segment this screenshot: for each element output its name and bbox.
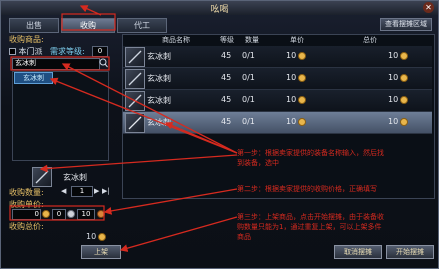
stall-window: 吆喝 ✕ 出售 收购 代工 查看摆摊区域 收购商品: 本门派 需求等级: 0 玄… [0,0,439,269]
cancel-stall-button[interactable]: 取消摆摊 [334,245,382,259]
annotation-arrows [9,5,238,252]
start-stall-button[interactable]: 开始摆摊 [386,245,434,259]
